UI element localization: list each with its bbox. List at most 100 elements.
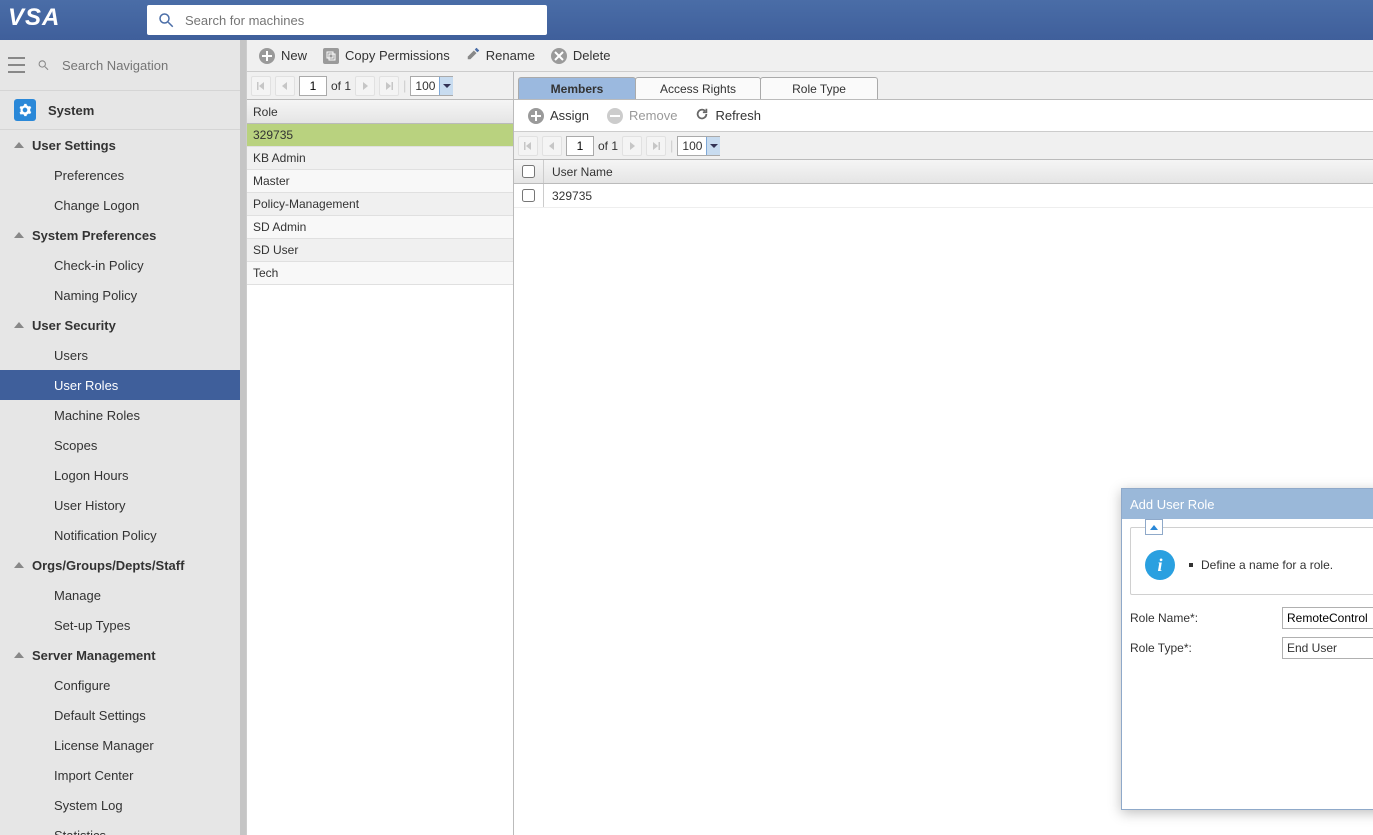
last-page-button[interactable] [646,136,666,156]
role-type-select[interactable]: End User [1282,637,1373,659]
prev-page-button[interactable] [542,136,562,156]
page-of-label: of 1 [598,139,618,153]
tab-access-rights[interactable]: Access Rights [635,77,761,99]
role-grid-header: Role [247,100,513,124]
nav-section[interactable]: User Security [0,310,246,340]
plus-icon [528,108,544,124]
nav-item[interactable]: Scopes [0,430,246,460]
row-checkbox[interactable] [522,189,535,202]
first-page-button[interactable] [251,76,271,96]
prev-page-button[interactable] [275,76,295,96]
nav-item[interactable]: Manage [0,580,246,610]
username-cell: 329735 [544,189,664,203]
dialog-titlebar[interactable]: Add User Role ? ▭ ✕ [1122,489,1373,519]
role-list: 329735KB AdminMasterPolicy-ManagementSD … [247,124,513,835]
refresh-icon [695,107,709,124]
search-icon [157,11,175,29]
pencil-icon [466,47,480,64]
left-sidebar: System User SettingsPreferencesChange Lo… [0,40,247,835]
nav-item[interactable]: Import Center [0,760,246,790]
info-text: Define a name for a role. [1201,558,1333,572]
delete-button[interactable]: Delete [545,44,617,68]
nav-section[interactable]: System Preferences [0,220,246,250]
new-button[interactable]: New [253,44,313,68]
chevron-down-icon [706,137,720,155]
role-pager: of 1 | 100 [247,72,513,100]
tab-bar: Members Access Rights Role Type [514,72,1373,100]
role-type-label: Role Type*: [1130,641,1282,655]
nav-item[interactable]: Logon Hours [0,460,246,490]
search-icon[interactable] [37,57,50,73]
member-row[interactable]: 329735 [514,184,1373,208]
nav-item[interactable]: Default Settings [0,700,246,730]
tab-role-type[interactable]: Role Type [760,77,878,99]
nav-item[interactable]: User Roles [0,370,246,400]
app-logo: VSA [0,0,147,40]
page-number-input[interactable] [566,136,594,156]
main-toolbar: New Copy Permissions Rename Delete [247,40,1373,72]
plus-icon [259,48,275,64]
nav-item[interactable]: Naming Policy [0,280,246,310]
assign-button[interactable]: Assign [522,104,595,128]
nav-section[interactable]: User Settings [0,130,246,160]
page-number-input[interactable] [299,76,327,96]
nav-item[interactable]: User History [0,490,246,520]
main-area: New Copy Permissions Rename Delete [247,40,1373,835]
menu-toggle-icon[interactable] [8,57,25,73]
page-of-label: of 1 [331,79,351,93]
members-grid-header: User Name [514,160,1373,184]
nav-item[interactable]: Preferences [0,160,246,190]
role-row[interactable]: 329735 [247,124,513,147]
rename-button[interactable]: Rename [460,43,541,68]
collapse-toggle-icon[interactable] [1145,519,1163,535]
select-all-checkbox[interactable] [522,165,535,178]
nav-search-input[interactable] [62,58,238,73]
first-page-button[interactable] [518,136,538,156]
copy-icon [323,48,339,64]
nav-section[interactable]: Orgs/Groups/Depts/Staff [0,550,246,580]
role-row[interactable]: Tech [247,262,513,285]
nav-item[interactable]: License Manager [0,730,246,760]
next-page-button[interactable] [355,76,375,96]
refresh-button[interactable]: Refresh [689,103,767,128]
minus-icon [607,108,623,124]
machine-search-input[interactable] [175,13,537,28]
nav-item[interactable]: Set-up Types [0,610,246,640]
page-size-select[interactable]: 100 [410,76,453,96]
nav-item[interactable]: Users [0,340,246,370]
page-size-select[interactable]: 100 [677,136,720,156]
nav-item[interactable]: Configure [0,670,246,700]
logo-text: VSA [0,0,147,36]
last-page-button[interactable] [379,76,399,96]
nav-item[interactable]: Statistics [0,820,246,835]
role-row[interactable]: Policy-Management [247,193,513,216]
role-name-input[interactable] [1282,607,1373,629]
role-name-label: Role Name*: [1130,611,1282,625]
delete-icon [551,48,567,64]
system-label: System [48,103,94,118]
next-page-button[interactable] [622,136,642,156]
role-row[interactable]: Master [247,170,513,193]
column-username[interactable]: User Name [544,165,664,179]
nav-item[interactable]: Machine Roles [0,400,246,430]
role-list-pane: of 1 | 100 Role 329735KB AdminMasterPoli… [247,72,514,835]
nav-item[interactable]: System Log [0,790,246,820]
nav-item[interactable]: Notification Policy [0,520,246,550]
system-header[interactable]: System [0,90,246,130]
remove-button[interactable]: Remove [601,104,683,128]
role-row[interactable]: SD User [247,239,513,262]
top-bar: VSA [0,0,1373,40]
copy-permissions-button[interactable]: Copy Permissions [317,44,456,68]
role-row[interactable]: SD Admin [247,216,513,239]
tab-members[interactable]: Members [518,77,636,99]
info-panel: i Define a name for a role. [1130,527,1373,595]
members-pager: of 1 | 100 [514,132,1373,160]
role-row[interactable]: KB Admin [247,147,513,170]
nav-tree: User SettingsPreferencesChange LogonSyst… [0,130,246,835]
members-toolbar: Assign Remove Refresh [514,100,1373,132]
machine-search[interactable] [147,5,547,35]
add-user-role-dialog: Add User Role ? ▭ ✕ i Define a name for … [1121,488,1373,810]
nav-item[interactable]: Change Logon [0,190,246,220]
nav-section[interactable]: Server Management [0,640,246,670]
nav-item[interactable]: Check-in Policy [0,250,246,280]
